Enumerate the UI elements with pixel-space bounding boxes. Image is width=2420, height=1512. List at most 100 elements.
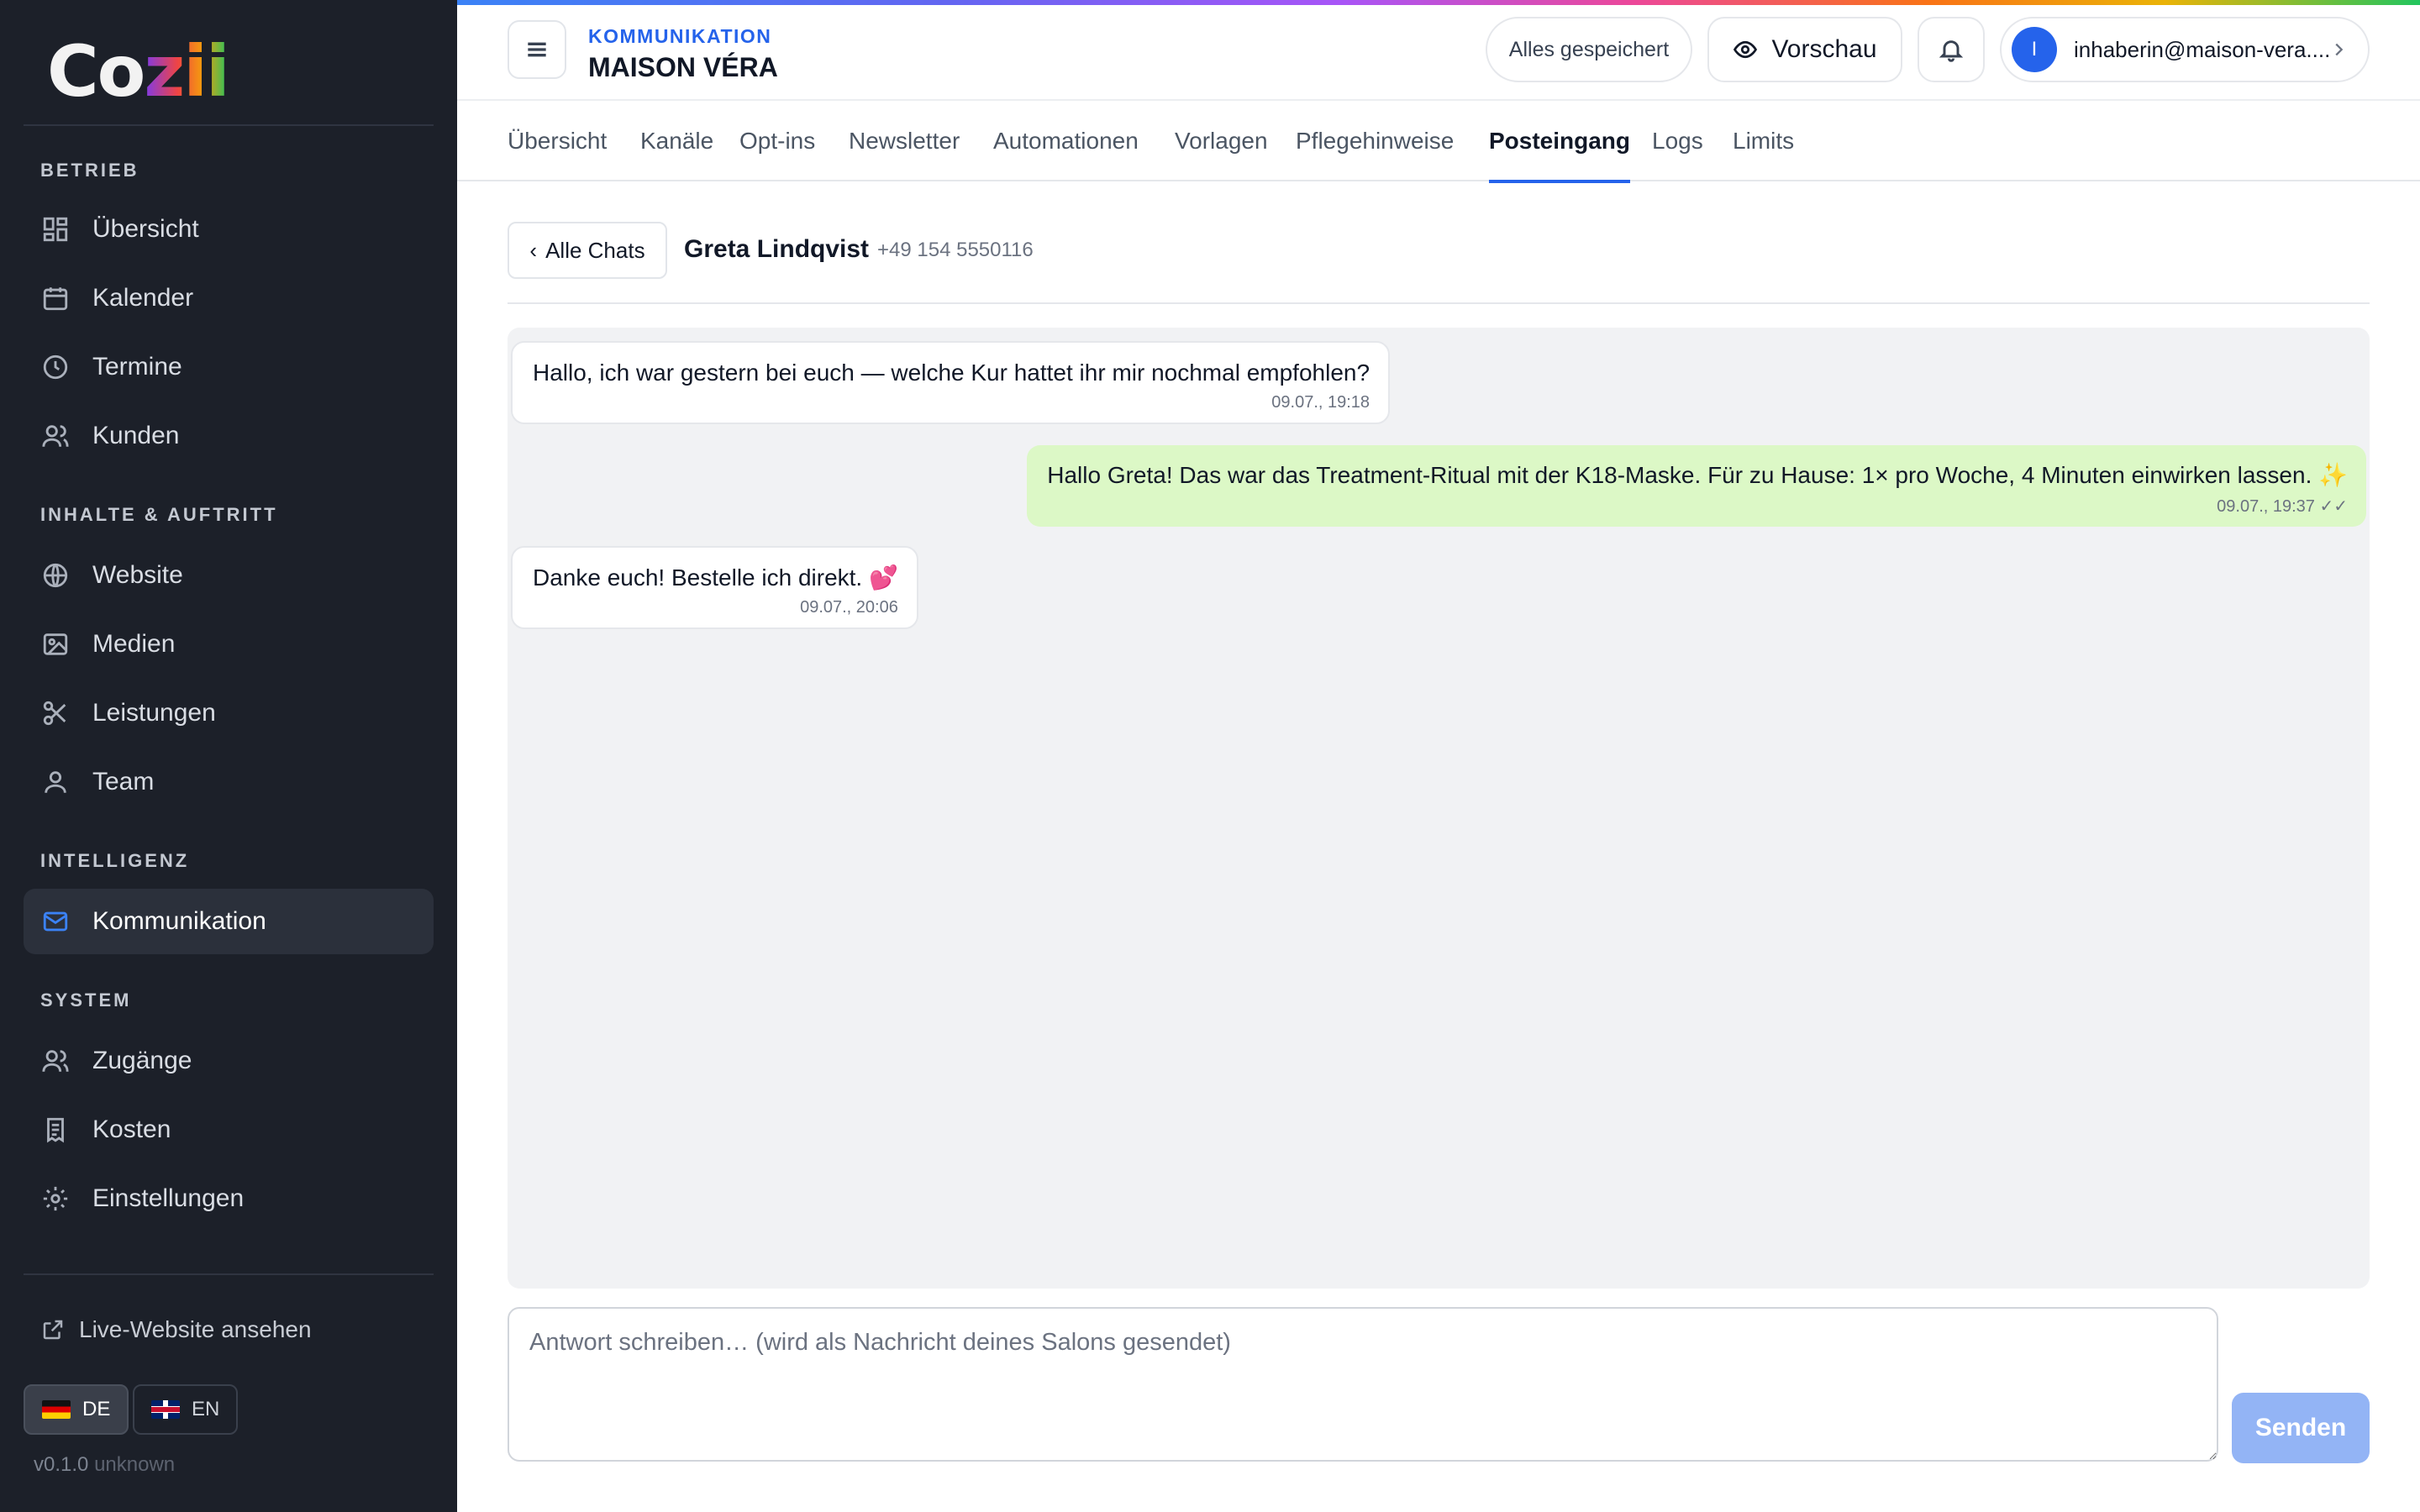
- tab-newsletter[interactable]: Newsletter: [849, 101, 960, 181]
- language-code: DE: [82, 1398, 111, 1420]
- receipt-icon: [40, 1115, 71, 1145]
- mail-icon: [40, 906, 71, 937]
- message-text: Hallo Greta! Das war das Treatment-Ritua…: [1047, 462, 2348, 488]
- sidebar-item-label: Zugänge: [92, 1047, 192, 1074]
- sidebar-item-label: Team: [92, 768, 155, 795]
- sidebar-item-label: Kunden: [92, 422, 180, 449]
- users-icon: [40, 421, 71, 451]
- message-text: Danke euch! Bestelle ich direkt. 💕: [533, 564, 898, 591]
- menu-toggle-button[interactable]: [508, 20, 566, 79]
- tab-vorlagen[interactable]: Vorlagen: [1175, 101, 1268, 181]
- logo-suffix: zii: [144, 30, 229, 113]
- chevron-right-icon: [2335, 43, 2344, 56]
- calendar-icon: [40, 283, 71, 313]
- section-label: KOMMUNIKATION: [588, 25, 772, 47]
- sidebar-divider: [24, 124, 434, 126]
- uk-flag-icon: [151, 1400, 180, 1419]
- reply-input[interactable]: [508, 1307, 2218, 1462]
- hamburger-icon: [528, 42, 546, 57]
- language-code: EN: [192, 1398, 220, 1420]
- sidebar-item-label: Kosten: [92, 1116, 171, 1143]
- notifications-button[interactable]: [1918, 17, 1985, 82]
- communication-tabs: Übersicht Kanäle Opt-ins Newsletter Auto…: [457, 99, 2420, 183]
- german-flag-icon: [42, 1400, 71, 1419]
- sidebar-item-label: Termine: [92, 353, 182, 381]
- all-chats-button[interactable]: ‹ Alle Chats: [508, 222, 667, 279]
- chat-header-divider: [508, 302, 2370, 304]
- user-icon: [40, 767, 71, 797]
- user-email: inhaberin@maison-vera....: [2074, 36, 2331, 62]
- preview-button[interactable]: Vorschau: [1707, 17, 1902, 82]
- contact-phone: +49 154 5550116: [877, 239, 1034, 261]
- bell-icon: [1939, 40, 1964, 62]
- contact-name: Greta Lindqvist: [684, 235, 870, 263]
- tab-pflegehinweise[interactable]: Pflegehinweise: [1296, 101, 1454, 181]
- sidebar-item-label: Kalender: [92, 284, 194, 312]
- external-link-icon: [43, 1320, 63, 1340]
- user-menu-button[interactable]: I inhaberin@maison-vera....: [2000, 17, 2370, 82]
- tab-automationen[interactable]: Automationen: [993, 101, 1139, 181]
- sidebar-item-team[interactable]: Team: [24, 749, 434, 815]
- sidebar-item-website[interactable]: Website: [24, 543, 434, 608]
- sidebar-item-termine[interactable]: Termine: [24, 334, 434, 400]
- live-website-link[interactable]: Live-Website ansehen: [40, 1310, 312, 1349]
- message-text: Hallo, ich war gestern bei euch — welche…: [533, 360, 1370, 386]
- sidebar-item-kosten[interactable]: Kosten: [24, 1097, 434, 1163]
- avatar: I: [2012, 27, 2057, 72]
- version-number: v0.1.0: [34, 1453, 89, 1476]
- message-time: 09.07., 20:06: [800, 598, 898, 617]
- sidebar-section-system: SYSTEM: [40, 990, 132, 1011]
- sidebar: Cozii BETRIEB Übersicht Kalender Termine…: [0, 0, 457, 1512]
- send-button[interactable]: Senden: [2232, 1393, 2370, 1463]
- sidebar-item-einstellungen[interactable]: Einstellungen: [24, 1166, 434, 1231]
- all-chats-label: Alle Chats: [545, 237, 645, 263]
- language-en-button[interactable]: EN: [133, 1384, 239, 1435]
- app-version: v0.1.0 unknown: [34, 1453, 175, 1477]
- sidebar-item-kunden[interactable]: Kunden: [24, 403, 434, 469]
- page-title: MAISON VÉRA: [588, 52, 778, 82]
- message-time: 09.07., 19:37 ✓✓: [2217, 497, 2348, 516]
- tab-logs[interactable]: Logs: [1652, 101, 1703, 181]
- tab-kanaele[interactable]: Kanäle: [640, 101, 713, 181]
- clock-icon: [40, 352, 71, 382]
- sidebar-item-label: Kommunikation: [92, 907, 266, 935]
- sidebar-divider: [24, 1273, 434, 1275]
- tab-limits[interactable]: Limits: [1733, 101, 1794, 181]
- message-incoming: Danke euch! Bestelle ich direkt. 💕 09.07…: [511, 546, 918, 629]
- topbar: KOMMUNIKATION MAISON VÉRA Alles gespeich…: [457, 5, 2420, 99]
- sidebar-item-label: Übersicht: [92, 215, 199, 243]
- logo-prefix: Co: [47, 30, 145, 113]
- live-website-label: Live-Website ansehen: [79, 1316, 312, 1342]
- users-icon: [40, 1046, 71, 1076]
- scissors-icon: [40, 698, 71, 728]
- sidebar-item-uebersicht[interactable]: Übersicht: [24, 197, 434, 262]
- sidebar-item-label: Leistungen: [92, 699, 216, 727]
- message-incoming: Hallo, ich war gestern bei euch — welche…: [511, 341, 1391, 424]
- image-icon: [40, 629, 71, 659]
- message-time: 09.07., 19:18: [1271, 393, 1370, 412]
- sidebar-section-inhalte: INHALTE & AUFTRITT: [40, 504, 278, 525]
- preview-label: Vorschau: [1771, 35, 1877, 63]
- tab-opt-ins[interactable]: Opt-ins: [739, 101, 815, 181]
- cozii-logo[interactable]: Cozii: [47, 34, 230, 109]
- globe-icon: [40, 560, 71, 591]
- sidebar-section-intelligenz: INTELLIGENZ: [40, 850, 190, 871]
- sidebar-item-kommunikation[interactable]: Kommunikation: [24, 889, 434, 954]
- gear-icon: [40, 1184, 71, 1214]
- chevron-left-icon: ‹: [529, 237, 538, 263]
- save-status-label: Alles gespeichert: [1508, 37, 1670, 61]
- language-de-button[interactable]: DE: [24, 1384, 129, 1435]
- tab-uebersicht[interactable]: Übersicht: [508, 101, 607, 181]
- message-thread[interactable]: Hallo, ich war gestern bei euch — welche…: [508, 328, 2370, 1289]
- dashboard-icon: [40, 214, 71, 244]
- tab-posteingang[interactable]: Posteingang: [1489, 101, 1631, 183]
- sidebar-item-label: Medien: [92, 630, 176, 658]
- save-status-badge: Alles gespeichert: [1486, 17, 1692, 82]
- sidebar-item-medien[interactable]: Medien: [24, 612, 434, 677]
- sidebar-item-zugaenge[interactable]: Zugänge: [24, 1028, 434, 1094]
- sidebar-item-label: Website: [92, 561, 183, 589]
- message-outgoing: Hallo Greta! Das war das Treatment-Ritua…: [1027, 445, 2366, 527]
- version-build: unknown: [94, 1453, 176, 1476]
- sidebar-item-leistungen[interactable]: Leistungen: [24, 680, 434, 746]
- sidebar-item-kalender[interactable]: Kalender: [24, 265, 434, 331]
